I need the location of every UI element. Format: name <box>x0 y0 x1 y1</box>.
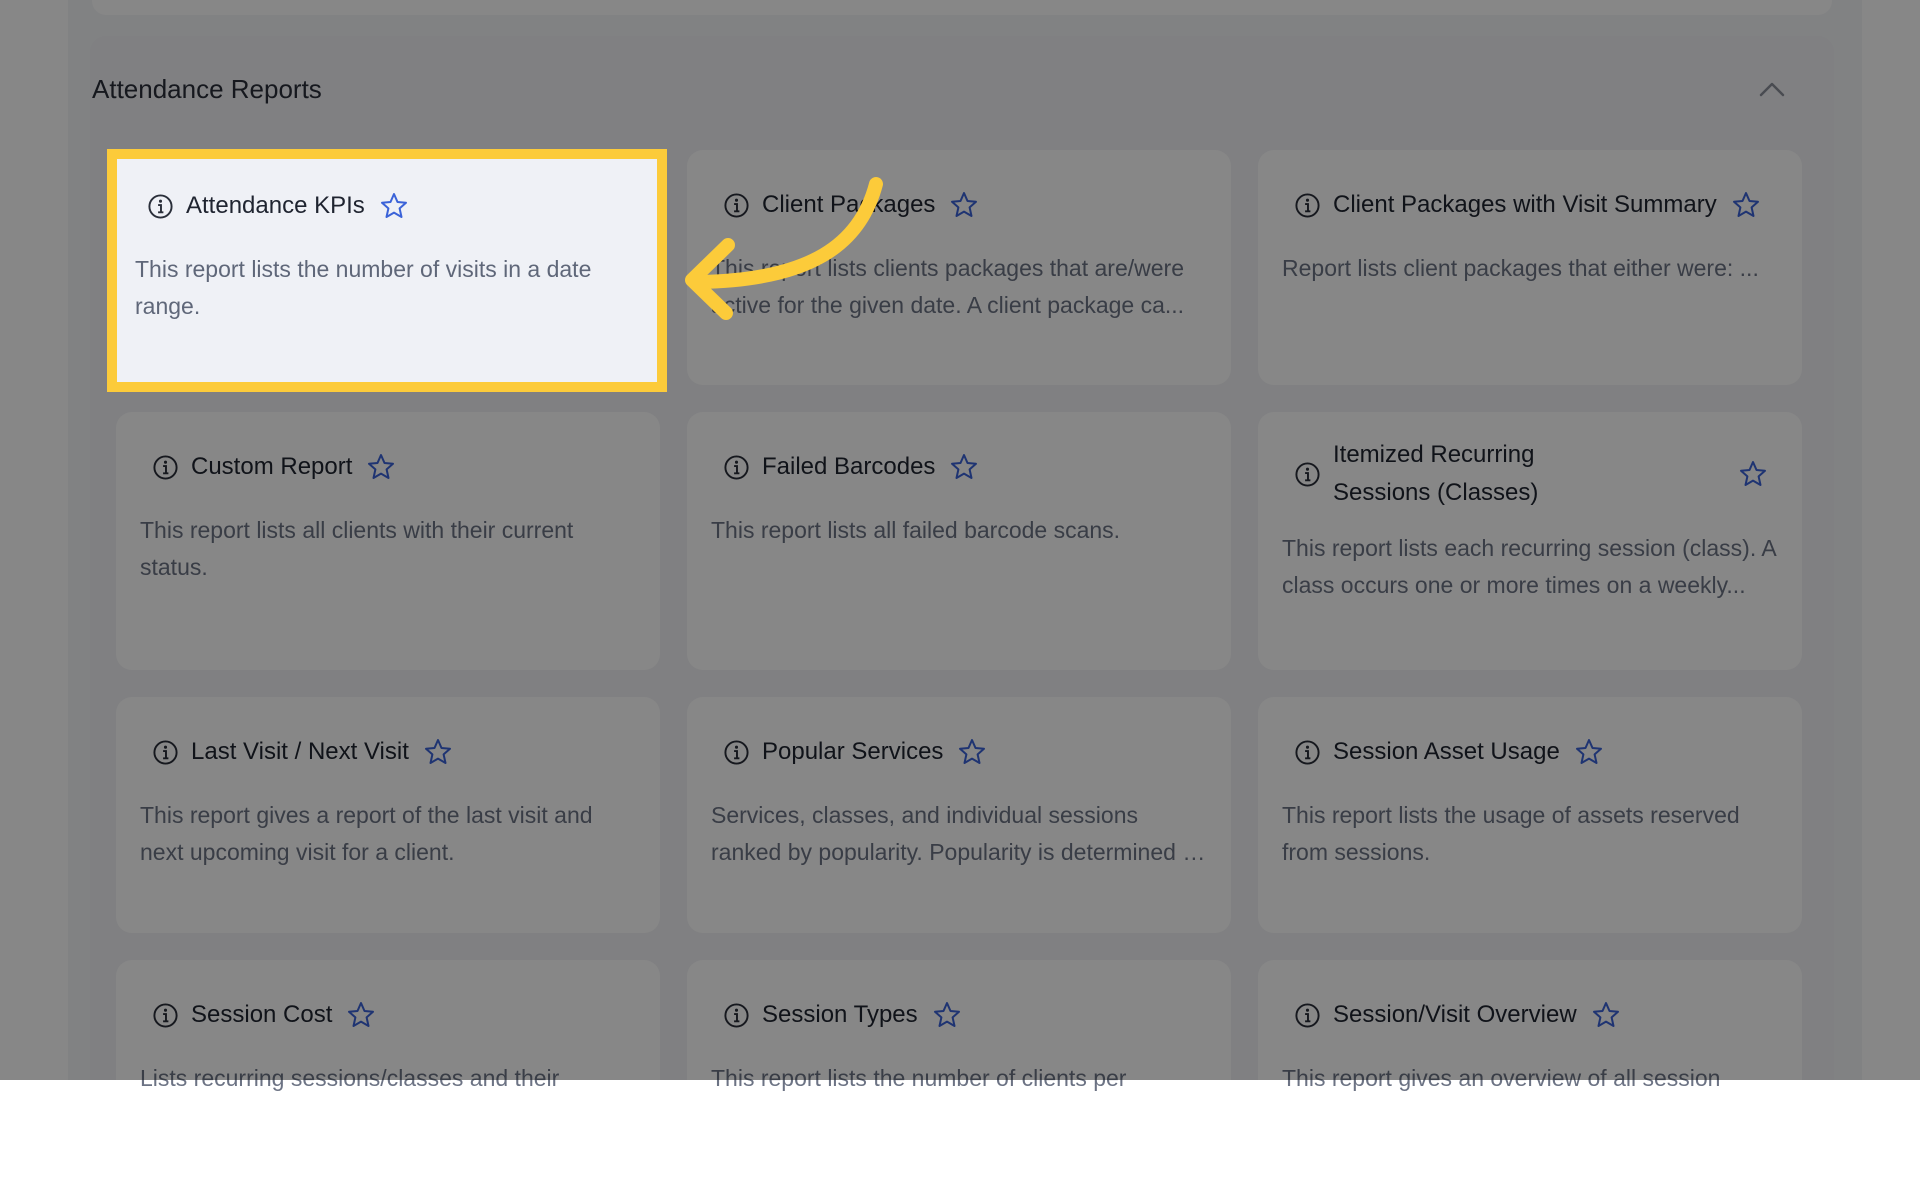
star-outline-icon[interactable] <box>949 452 979 482</box>
card-description: This report lists the number of visits i… <box>135 256 592 319</box>
card-title: Session Asset Usage <box>1333 738 1560 765</box>
card-description: This report lists the number of clients … <box>711 1065 1127 1091</box>
section-title: Attendance Reports <box>92 73 322 104</box>
card-description: This report lists all failed barcode sca… <box>711 517 1121 543</box>
report-card-client-packages[interactable]: Client Packages This report lists client… <box>687 150 1231 385</box>
report-card-client-packages-visit-summary[interactable]: Client Packages with Visit Summary Repor… <box>1258 150 1802 385</box>
star-outline-icon[interactable] <box>1574 737 1604 767</box>
card-title: Itemized Recurring Sessions (Classes) <box>1333 441 1539 506</box>
info-icon[interactable] <box>723 739 750 766</box>
card-description: This report lists all clients with their… <box>140 517 574 580</box>
card-description: This report lists each recurring session… <box>1282 535 1776 598</box>
card-title: Failed Barcodes <box>762 453 936 480</box>
star-outline-icon[interactable] <box>957 737 987 767</box>
card-description: This report lists clients packages that … <box>711 255 1185 318</box>
report-card-failed-barcodes[interactable]: Failed Barcodes This report lists all fa… <box>687 412 1231 670</box>
card-title: Session Types <box>762 1001 918 1028</box>
report-card-popular-services[interactable]: Popular Services Services, classes, and … <box>687 697 1231 933</box>
card-title: Client Packages <box>762 191 936 218</box>
report-card-last-visit-next-visit[interactable]: Last Visit / Next Visit This report give… <box>116 697 660 933</box>
card-description: Report lists client packages that either… <box>1282 255 1759 281</box>
collapse-button[interactable] <box>1752 69 1792 109</box>
info-icon[interactable] <box>152 739 179 766</box>
info-icon[interactable] <box>723 454 750 481</box>
card-description: This report gives an overview of all ses… <box>1282 1065 1721 1091</box>
report-card-session-types[interactable]: Session Types This report lists the numb… <box>687 960 1231 1190</box>
report-card-session-cost[interactable]: Session Cost Lists recurring sessions/cl… <box>116 960 660 1190</box>
star-outline-icon[interactable] <box>932 1000 962 1030</box>
chevron-up-icon <box>1759 82 1785 97</box>
info-icon[interactable] <box>147 193 174 220</box>
card-title: Custom Report <box>191 453 353 480</box>
previous-section-card <box>92 0 1832 15</box>
card-title: Session Cost <box>191 1001 333 1028</box>
star-outline-icon[interactable] <box>346 1000 376 1030</box>
info-icon[interactable] <box>1294 739 1321 766</box>
star-outline-icon[interactable] <box>1738 459 1768 489</box>
report-card-attendance-kpis[interactable]: Attendance KPIs This report lists the nu… <box>107 149 667 392</box>
info-icon[interactable] <box>1294 192 1321 219</box>
card-description: Services, classes, and individual sessio… <box>711 802 1207 865</box>
card-title: Session/Visit Overview <box>1333 1001 1577 1028</box>
info-icon[interactable] <box>723 192 750 219</box>
star-outline-icon[interactable] <box>423 737 453 767</box>
info-icon[interactable] <box>1294 461 1321 488</box>
info-icon[interactable] <box>1294 1002 1321 1029</box>
report-card-session-visit-overview[interactable]: Session/Visit Overview This report gives… <box>1258 960 1802 1190</box>
card-title: Attendance KPIs <box>186 192 365 219</box>
info-icon[interactable] <box>152 1002 179 1029</box>
card-title: Popular Services <box>762 738 944 765</box>
report-card-custom-report[interactable]: Custom Report This report lists all clie… <box>116 412 660 670</box>
report-card-itemized-recurring-sessions[interactable]: Itemized Recurring Sessions (Classes) Th… <box>1258 412 1802 670</box>
info-icon[interactable] <box>723 1002 750 1029</box>
card-title: Last Visit / Next Visit <box>191 738 409 765</box>
card-description: This report gives a report of the last v… <box>140 802 593 865</box>
info-icon[interactable] <box>152 454 179 481</box>
star-outline-icon[interactable] <box>949 190 979 220</box>
report-card-session-asset-usage[interactable]: Session Asset Usage This report lists th… <box>1258 697 1802 933</box>
card-title: Client Packages with Visit Summary <box>1333 191 1717 218</box>
card-description: Lists recurring sessions/classes and the… <box>140 1065 560 1091</box>
star-outline-icon[interactable] <box>379 191 409 221</box>
star-outline-icon[interactable] <box>1591 1000 1621 1030</box>
star-outline-icon[interactable] <box>366 452 396 482</box>
section-header[interactable]: Attendance Reports <box>92 66 1792 112</box>
star-outline-icon[interactable] <box>1731 190 1761 220</box>
card-description: This report lists the usage of assets re… <box>1282 802 1740 865</box>
